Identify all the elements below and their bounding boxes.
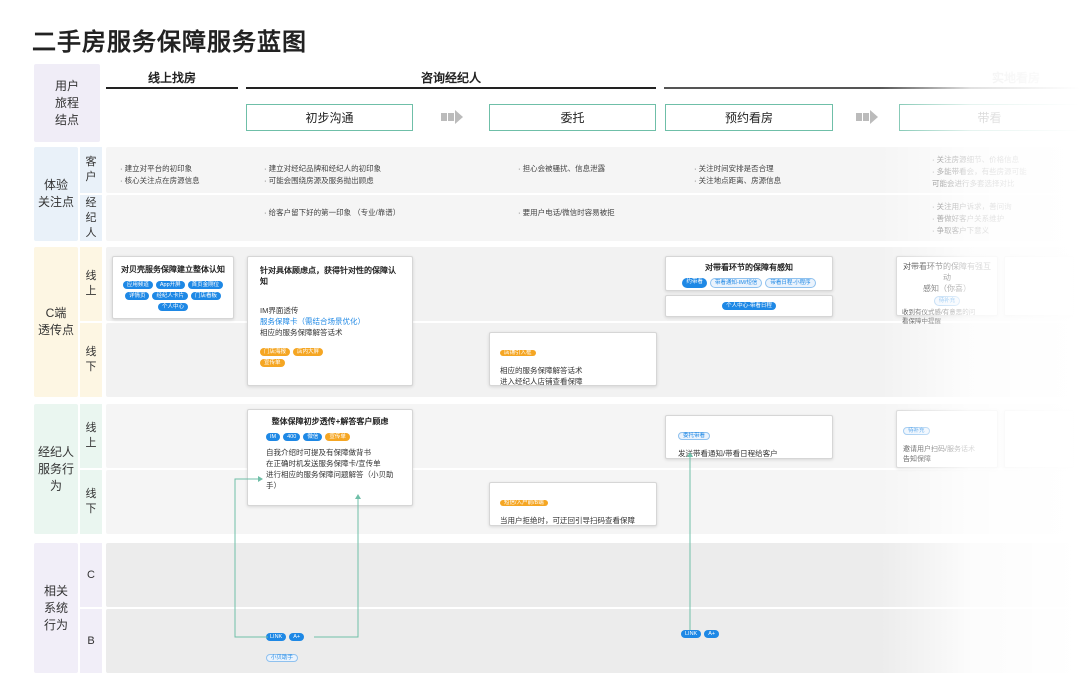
arrowhead-icon — [258, 476, 263, 482]
arrowhead-icon — [687, 452, 693, 457]
connector-line — [314, 497, 359, 638]
arrowhead-icon — [355, 494, 361, 499]
connector-lines — [234, 452, 693, 638]
connector-line — [234, 478, 268, 638]
